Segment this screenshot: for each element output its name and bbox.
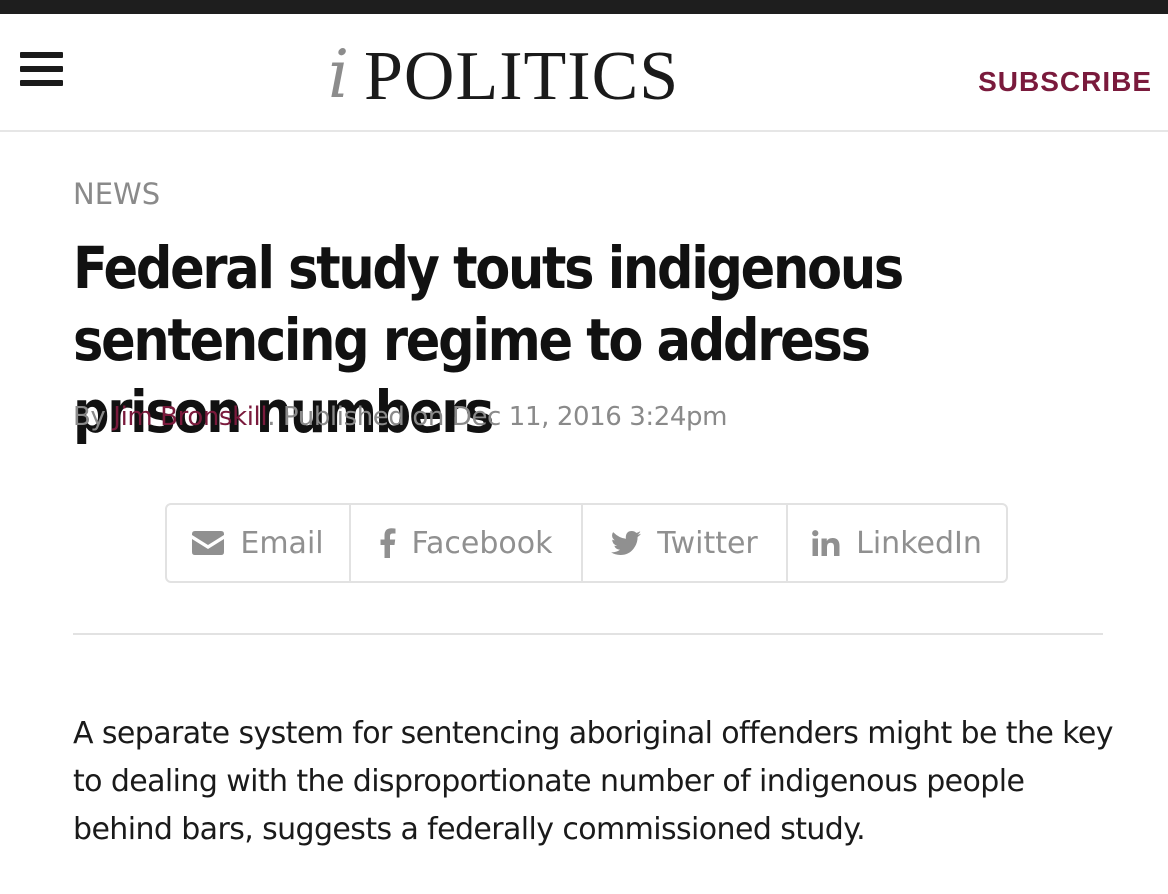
share-bar: Email Facebook Twitter LinkedIn <box>165 503 1008 583</box>
section-label[interactable]: NEWS <box>73 180 160 209</box>
share-facebook-label: Facebook <box>411 525 553 561</box>
site-header: i POLITICS SUBSCRIBE <box>0 14 1168 132</box>
menu-bar-line <box>20 52 63 58</box>
share-twitter-label: Twitter <box>657 525 758 561</box>
logo-wordmark: POLITICS <box>364 38 680 115</box>
share-email-label: Email <box>240 525 324 561</box>
subscribe-link[interactable]: SUBSCRIBE <box>978 68 1152 96</box>
hamburger-menu-icon[interactable] <box>20 52 64 90</box>
lead-paragraph: A separate system for sentencing aborigi… <box>73 716 1113 847</box>
twitter-icon <box>611 531 642 555</box>
menu-bar-line <box>20 66 63 72</box>
top-strip <box>0 0 1168 14</box>
facebook-icon <box>380 528 396 558</box>
byline-by: By <box>73 402 114 432</box>
menu-bar-line <box>20 80 63 86</box>
author-link[interactable]: Jim Bronskill <box>113 402 267 432</box>
share-linkedin-label: LinkedIn <box>856 525 982 561</box>
logo-prefix: i <box>328 36 350 113</box>
share-facebook-button[interactable]: Facebook <box>351 505 583 581</box>
share-twitter-button[interactable]: Twitter <box>583 505 788 581</box>
site-logo[interactable]: i POLITICS <box>328 36 738 116</box>
linkedin-icon <box>812 530 840 556</box>
section-divider <box>73 633 1103 635</box>
envelope-icon <box>192 531 225 555</box>
byline: By Jim Bronskill. Published on Dec 11, 2… <box>73 402 727 433</box>
byline-published: . Published on Dec 11, 2016 3:24pm <box>267 402 728 432</box>
share-email-button[interactable]: Email <box>167 505 351 581</box>
share-linkedin-button[interactable]: LinkedIn <box>788 505 1006 581</box>
